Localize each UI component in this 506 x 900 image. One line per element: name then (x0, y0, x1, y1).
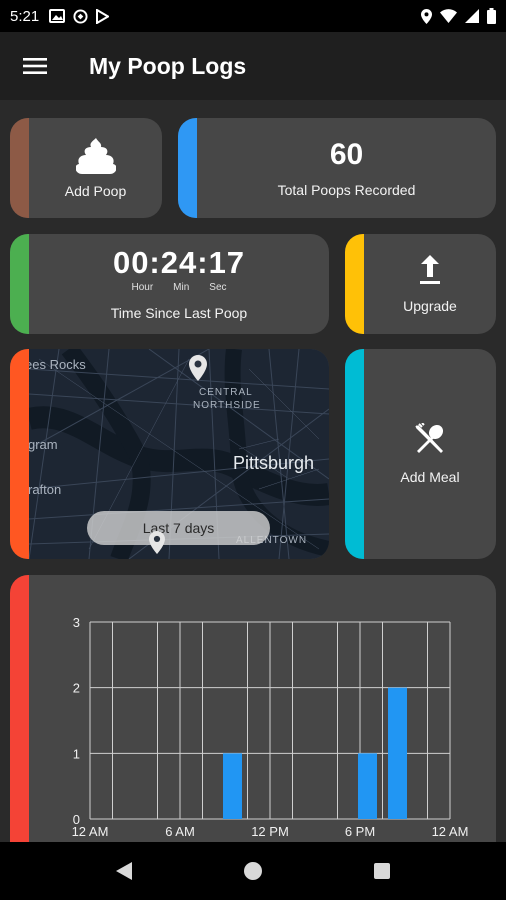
timer-units: Hour Min Sec (131, 282, 226, 293)
map-place-label: gram (29, 437, 58, 452)
time-range-pill[interactable]: Last 7 days (87, 511, 270, 545)
app-bar: My Poop Logs (0, 32, 506, 100)
card-accent (178, 118, 197, 218)
page-title: My Poop Logs (89, 52, 247, 79)
map-place-label: CENTRAL (199, 387, 253, 398)
map-pin-icon (149, 531, 165, 554)
timer-label: Time Since Last Poop (110, 305, 248, 321)
upgrade-card[interactable]: Upgrade (345, 234, 496, 334)
map-place-label: rafton (29, 482, 62, 497)
total-poops-card[interactable]: 60 Total Poops Recorded (178, 118, 496, 218)
play-store-notification-icon (96, 8, 110, 24)
timer-unit-min: Min (173, 282, 190, 293)
total-poops-count: 60 (329, 138, 364, 171)
sync-notification-icon (73, 8, 88, 24)
upgrade-label: Upgrade (403, 298, 457, 314)
chart-x-tick-label: 12 AM (432, 824, 469, 839)
chart-bar (388, 687, 407, 819)
chart-x-tick-label: 12 PM (251, 824, 289, 839)
map-place-label: NORTHSIDE (193, 400, 261, 411)
timer-unit-sec: Sec (209, 282, 227, 293)
map-place-label: ees Rocks (29, 357, 86, 372)
chart-x-tick-label: 6 AM (165, 824, 195, 839)
system-nav-bar (0, 842, 506, 900)
timer-value: 00:24:17 (112, 245, 246, 280)
fork-spoon-icon (415, 423, 444, 453)
map-pin-icon (189, 355, 207, 381)
recents-button[interactable] (362, 851, 402, 891)
map-card[interactable]: ees Rocks CENTRAL NORTHSIDE Pittsburgh g… (10, 349, 329, 559)
recents-square-icon (373, 863, 390, 879)
chart-x-tick-label: 6 PM (345, 824, 375, 839)
timer-unit-hour: Hour (131, 282, 154, 293)
total-poops-label: Total Poops Recorded (277, 182, 416, 198)
poop-map[interactable]: ees Rocks CENTRAL NORTHSIDE Pittsburgh g… (29, 349, 329, 559)
back-triangle-icon (116, 862, 133, 880)
wifi-icon (440, 9, 457, 23)
home-button[interactable] (233, 851, 273, 891)
card-accent (10, 349, 29, 559)
hamburger-menu-icon (23, 58, 47, 74)
chart-card: 0 1 2 3 12 AM 6 AM 12 PM 6 PM 12 AM (10, 575, 496, 875)
add-meal-label: Add Meal (400, 469, 460, 485)
home-circle-icon (243, 862, 262, 880)
card-accent (10, 234, 29, 334)
upload-arrow-icon (420, 255, 440, 284)
battery-icon (487, 8, 496, 24)
menu-button[interactable] (0, 32, 70, 100)
location-icon (421, 8, 432, 24)
chart-bar (358, 753, 377, 819)
status-bar: 5:21 (0, 0, 506, 32)
chart-bar (223, 753, 242, 819)
time-since-card[interactable]: 00:24:17 Hour Min Sec Time Since Last Po… (10, 234, 329, 334)
card-accent (10, 118, 29, 218)
chart-y-tick-label: 1 (73, 746, 80, 761)
chart-x-tick-label: 12 AM (72, 824, 109, 839)
gallery-notification-icon (49, 9, 66, 23)
map-place-label: Pittsburgh (233, 453, 315, 473)
poop-icon (75, 138, 116, 174)
poops-by-hour-chart: 012312 AM 6 AM 12 PM 6 PM 12 AM (72, 615, 469, 839)
chart-y-tick-label: 3 (73, 615, 80, 630)
back-button[interactable] (104, 851, 144, 891)
card-accent (345, 349, 364, 559)
card-accent (10, 575, 29, 875)
add-meal-card[interactable]: Add Meal (345, 349, 496, 559)
signal-icon (465, 9, 479, 23)
chart-y-tick-label: 2 (73, 681, 80, 696)
add-poop-card[interactable]: Add Poop (10, 118, 162, 218)
card-accent (345, 234, 364, 334)
status-time: 5:21 (10, 7, 40, 25)
add-poop-label: Add Poop (64, 183, 127, 199)
